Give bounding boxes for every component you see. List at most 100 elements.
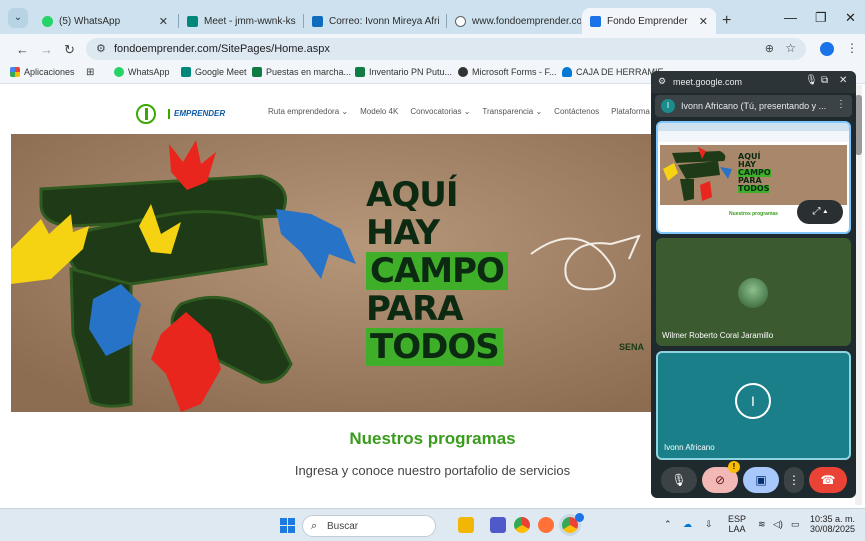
windows-taskbar: ⌕ Buscar ⌃ ☁ ⇩ ESP LAA ≋ ◁) ▭ 10:35 a. m… [0,508,865,541]
bookmark-star-icon[interactable]: ☆ [785,41,796,55]
browser-menu-icon[interactable]: ⋮ [846,41,858,55]
nav-convocatorias[interactable]: Convocatorias ⌄ [410,107,470,116]
camera-off-icon: ⊘ [714,473,726,487]
site-info-icon[interactable]: ⚙ [96,42,106,55]
tab-correo[interactable]: Correo: Ivonn Mireya Afri ✕ [304,8,444,34]
firefox-icon[interactable] [538,517,554,533]
nav-plataforma[interactable]: Plataforma [611,107,650,116]
bookmark-puestas[interactable]: Puestas en marcha... [252,67,351,77]
new-tab-button[interactable]: + [722,12,731,30]
minimize-icon[interactable]: — [784,10,797,25]
chrome-icon[interactable] [514,517,530,533]
profile-avatar[interactable] [820,42,834,56]
lang-layout: LAA [728,524,746,534]
window-close-icon[interactable]: ✕ [845,10,856,26]
language-indicator[interactable]: ESP LAA [728,514,746,534]
tab-label: Fondo Emprender [607,15,688,27]
hero-line-1: AQUÍ [366,175,458,215]
notification-badge [575,513,584,522]
close-icon[interactable]: ✕ [699,15,708,28]
zoom-icon[interactable]: ⊕ [765,42,774,55]
bookmark-forms[interactable]: Microsoft Forms - F... [458,67,557,77]
tab-fondo-emprender[interactable]: Fondo Emprender ✕ [582,8,716,34]
bookmark-inventario[interactable]: Inventario PN Putu... [355,67,452,77]
microphone-button[interactable]: 🎙 [661,467,697,493]
back-icon[interactable]: ← [16,42,29,57]
tab-whatsapp[interactable]: (5) WhatsApp ✕ [34,8,176,34]
presenter-label: Ivonn Africano (Tú, presentando y ... [681,101,827,111]
pip-titlebar: ⚙ meet.google.com 🎙 ⧉ ✕ [651,71,856,93]
teams-icon[interactable] [490,517,506,533]
tab-meet[interactable]: Meet - jmm-wwnk-ks ◉ ✕ [179,8,301,34]
presenter-bar[interactable]: I Ivonn Africano (Tú, presentando y ... … [655,95,852,117]
apps-grid-icon [10,67,20,77]
stop-sharing-badge[interactable]: ⤢ ▴ [797,200,843,224]
nav-ruta-emprendedora[interactable]: Ruta emprendedora ⌄ [268,107,348,116]
tray-overflow-icon[interactable]: ⌃ [664,519,672,529]
excel-icon [355,67,365,77]
site-info-icon[interactable]: ⚙ [658,76,666,87]
wifi-icon[interactable]: ≋ [758,519,766,529]
present-button[interactable]: ▣ [743,467,779,493]
search-icon: ⌕ [311,520,318,532]
start-button[interactable] [280,518,296,534]
participant-avatar: I [735,383,771,419]
excel-icon [252,67,262,77]
nav-contactenos[interactable]: Contáctenos [554,107,599,116]
bookmark-grid[interactable]: ⊞ [86,67,94,78]
forward-icon[interactable]: → [40,42,53,57]
back-to-tab-icon[interactable]: ⧉ [821,75,828,86]
participant-tile-wilmer[interactable]: Wilmer Roberto Coral Jaramillo [656,238,851,346]
end-call-button[interactable]: ☎ [809,467,847,493]
sena-brand-mark: SENA [619,342,645,352]
bookmark-label: Aplicaciones [24,67,75,77]
hero-slogan: AQUÍ HAY CAMPO PARA TODOS [366,176,508,366]
tab-strip: ⌄ (5) WhatsApp ✕ Meet - jmm-wwnk-ks ◉ ✕ … [0,0,865,34]
address-bar[interactable]: ⚙ fondoemprender.com/SitePages/Home.aspx… [86,38,806,60]
file-explorer-icon[interactable] [458,517,474,533]
battery-icon[interactable]: ▭ [791,519,800,529]
taskbar-search[interactable]: ⌕ Buscar [302,515,436,537]
participant-avatar [738,278,768,308]
hero-illustration [11,134,656,412]
participant-name: Wilmer Roberto Coral Jaramillo [662,331,774,340]
bookmark-label: Google Meet [195,67,247,77]
site-logo[interactable]: EMPRENDER [136,104,225,124]
restore-icon[interactable]: ❐ [815,10,827,26]
call-controls: 🎙 ⊘ ! ▣ ⋮ ☎ [651,461,856,498]
pip-title: meet.google.com [673,77,743,87]
bookmark-google-meet[interactable]: Google Meet [181,67,247,77]
more-options-button[interactable]: ⋮ [784,467,804,493]
preview-slogan: AQUÍ HAY CAMPO PARA TODOS [738,153,782,193]
meet-pip-window: ⚙ meet.google.com 🎙 ⧉ ✕ I Ivonn Africano… [651,71,856,498]
hero-line-3: CAMPO [366,252,508,290]
tab-fondoemprender-co[interactable]: www.fondoemprender.co ✕ [447,8,581,34]
bookmark-whatsapp[interactable]: WhatsApp [114,67,170,77]
whatsapp-icon [114,67,124,77]
preview-line-5: TODOS [738,184,770,193]
bookmark-aplicaciones[interactable]: Aplicaciones [10,67,75,77]
nav-modelo-4k[interactable]: Modelo 4K [360,107,398,116]
hero-banner: AQUÍ HAY CAMPO PARA TODOS SENA [11,134,656,412]
page-scrollbar[interactable] [855,85,862,505]
chevron-up-icon: ▴ [823,206,828,217]
volume-icon[interactable]: ◁) [773,519,783,529]
reload-icon[interactable]: ↻ [64,42,75,58]
pip-close-icon[interactable]: ✕ [839,75,847,86]
screen-share-tile[interactable]: AQUÍ HAY CAMPO PARA TODOS Nuestros progr… [656,121,851,234]
tab-label: (5) WhatsApp [59,15,121,27]
close-icon[interactable]: ✕ [159,15,168,28]
sena-logo-icon [136,104,156,124]
onedrive-tray-icon[interactable]: ☁ [683,519,692,529]
url-text[interactable]: fondoemprender.com/SitePages/Home.aspx [114,43,330,55]
participant-tile-ivonn[interactable]: I Ivonn Africano [656,351,851,460]
grid-icon: ⊞ [86,67,95,78]
clock[interactable]: 10:35 a. m. 30/08/2025 [810,514,855,534]
bookmark-label: Microsoft Forms - F... [472,67,557,77]
mic-small-icon[interactable]: 🎙 [805,75,818,86]
nav-transparencia[interactable]: Transparencia ⌄ [482,107,542,116]
scroll-thumb[interactable] [855,95,862,155]
more-options-icon[interactable]: ⋮ [836,99,846,110]
tab-search-button[interactable]: ⌄ [8,8,28,28]
usb-icon[interactable]: ⇩ [705,519,713,529]
